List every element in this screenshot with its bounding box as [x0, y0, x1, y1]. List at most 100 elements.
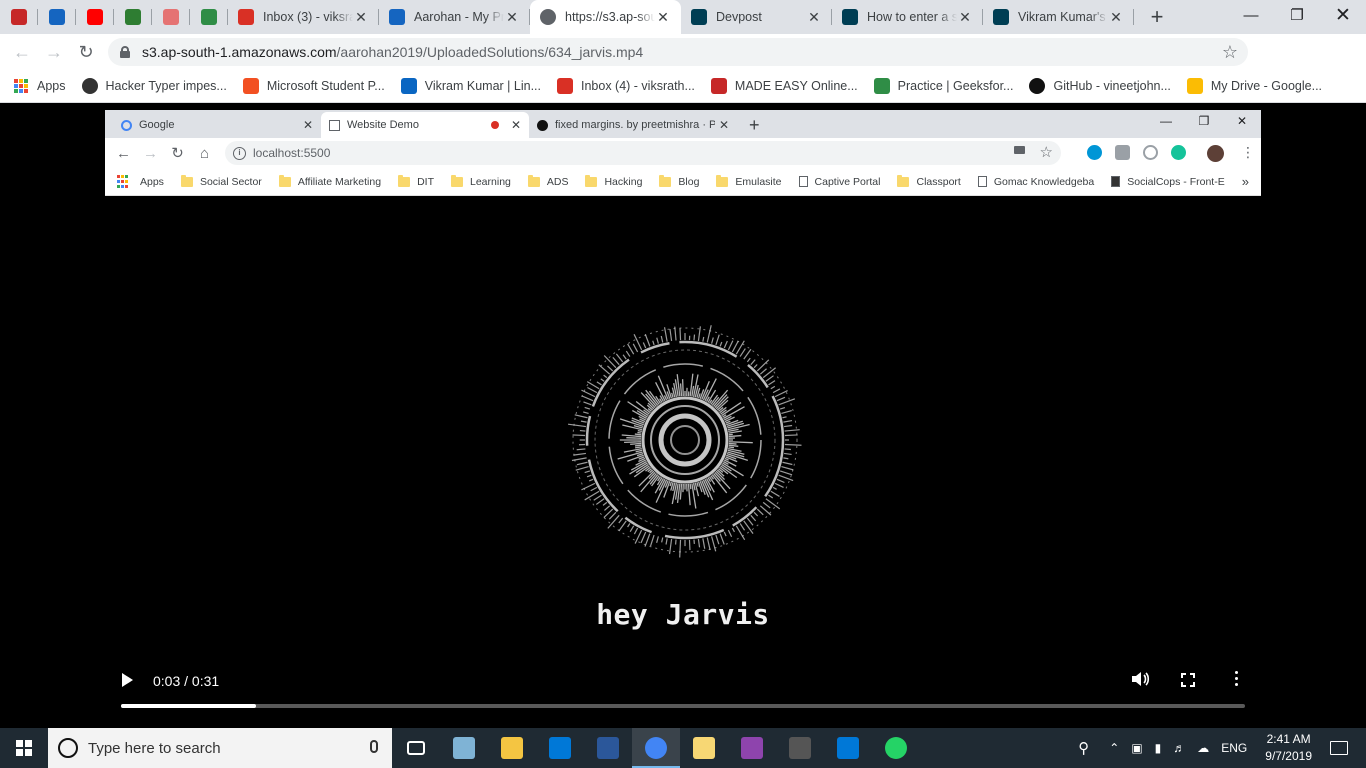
taskbar-app[interactable]	[536, 728, 584, 768]
browser-tab[interactable]: https://s3.ap-south-1✕	[530, 0, 681, 34]
taskbar-app[interactable]	[824, 728, 872, 768]
devpost-icon	[691, 9, 707, 25]
minimize-button[interactable]: —	[1228, 0, 1274, 30]
reload-button[interactable]: ↻	[70, 36, 102, 68]
taskbar-app[interactable]	[632, 728, 680, 768]
store-icon	[549, 737, 571, 759]
battery-icon[interactable]: ▮	[1155, 741, 1162, 755]
taskbar-search-box[interactable]: Type here to search	[48, 728, 392, 768]
video-player[interactable]: Google ✕ Website Demo ✕ fixed margins. by pr…	[0, 103, 1366, 728]
close-tab-icon[interactable]: ✕	[957, 9, 973, 26]
folder-icon	[398, 174, 411, 187]
taskbar-app[interactable]	[584, 728, 632, 768]
bookmark-item[interactable]: MADE EASY Online...	[710, 78, 858, 94]
volume-tray-icon[interactable]: ♬	[1173, 741, 1185, 755]
bookmark-star-icon[interactable]: ☆	[1222, 42, 1238, 63]
browser-tab[interactable]: Aarohan - My Profile✕	[379, 0, 530, 34]
pinned-tab[interactable]	[114, 0, 152, 34]
pinned-tab[interactable]	[76, 0, 114, 34]
bookmark-item[interactable]: Inbox (4) - viksrath...	[556, 78, 695, 94]
browser-tab[interactable]: Vikram Kumar's ✕	[983, 0, 1134, 34]
network-icon[interactable]: ▣	[1131, 741, 1142, 755]
close-tab-icon[interactable]: ✕	[806, 9, 822, 26]
people-icon[interactable]: ⚲	[1078, 739, 1089, 757]
bookmark-label: Vikram Kumar | Lin...	[424, 79, 541, 93]
taskbar-app[interactable]	[392, 728, 440, 768]
weather-icon[interactable]: ☁	[1197, 741, 1209, 755]
google-drive-icon	[1186, 78, 1203, 94]
pinned-tab[interactable]	[152, 0, 190, 34]
taskbar-app[interactable]	[728, 728, 776, 768]
inner-bookmark-item: Apps	[117, 174, 164, 189]
more-options-icon[interactable]	[1235, 671, 1239, 689]
inner-tab-strip: Google ✕ Website Demo ✕ fixed margins. by pr…	[105, 110, 1261, 138]
restore-button[interactable]: ❐	[1274, 0, 1320, 30]
shield-icon	[49, 9, 65, 25]
address-bar[interactable]: s3.ap-south-1.amazonaws.com/aarohan2019/…	[108, 38, 1248, 66]
play-icon[interactable]	[122, 673, 133, 687]
page-icon	[977, 176, 987, 187]
search-placeholder: Type here to search	[88, 739, 221, 757]
cortana-icon	[58, 738, 78, 758]
hud-ring	[585, 340, 785, 540]
url-path: /aarohan2019/UploadedSolutions/634_jarvi…	[336, 44, 644, 60]
apps-grid-icon	[117, 174, 131, 189]
taskbar-app[interactable]	[488, 728, 536, 768]
jarvis-hud-animation	[567, 325, 802, 558]
notification-icon[interactable]	[1330, 741, 1348, 755]
microphone-icon[interactable]	[370, 740, 378, 753]
inner-back-icon: ←	[116, 144, 131, 162]
close-tab-icon[interactable]: ✕	[1108, 9, 1124, 26]
pinned-tab[interactable]	[190, 0, 228, 34]
bookmark-label: Microsoft Student P...	[266, 79, 385, 93]
bookmark-item[interactable]: Hacker Typer impes...	[81, 78, 227, 94]
browser-tab[interactable]: Devpost ✕	[681, 0, 832, 34]
folder-icon	[716, 174, 729, 187]
apps-grid-icon	[14, 79, 28, 93]
github-icon	[537, 119, 548, 131]
close-tab-icon[interactable]: ✕	[353, 9, 369, 26]
forward-button[interactable]: →	[38, 36, 70, 68]
bookmark-item[interactable]: Practice | Geeksfor...	[873, 78, 1013, 94]
inner-bookmark-item: Classport	[897, 174, 961, 188]
close-tab-icon[interactable]: ✕	[504, 9, 520, 26]
bookmark-item[interactable]: Microsoft Student P...	[242, 78, 385, 94]
browser-tab[interactable]: How to enter a sub✕	[832, 0, 983, 34]
taskbar-app[interactable]	[680, 728, 728, 768]
taskbar-app[interactable]	[872, 728, 920, 768]
inner-bookmark-label: Social Sector	[199, 175, 262, 188]
progress-bar[interactable]	[121, 704, 1245, 708]
close-window-button[interactable]: ✕	[1320, 0, 1366, 30]
pinned-tab[interactable]	[38, 0, 76, 34]
system-tray: ⚲ ⌃ ▣ ▮ ♬ ☁ ENG 2:41 AM 9/7/2019	[1072, 728, 1366, 768]
bookmark-item[interactable]: My Drive - Google...	[1186, 78, 1322, 94]
new-tab-button[interactable]: +	[1140, 0, 1174, 34]
clock[interactable]: 2:41 AM 9/7/2019	[1265, 731, 1312, 765]
close-tab-icon[interactable]: ✕	[655, 9, 671, 26]
start-button[interactable]	[0, 728, 48, 768]
taskbar-app[interactable]	[776, 728, 824, 768]
notepad-icon	[453, 737, 475, 759]
bookmark-item[interactable]: Vikram Kumar | Lin...	[400, 78, 541, 94]
browser-tab[interactable]: Inbox (3) - viksrat ✕	[228, 0, 379, 34]
pinned-tab[interactable]	[0, 0, 38, 34]
lock-icon	[120, 46, 130, 58]
inner-tab: Website Demo ✕	[321, 112, 529, 138]
fullscreen-icon[interactable]	[1181, 673, 1195, 687]
pinned-tabs	[0, 0, 228, 34]
taskbar-app[interactable]	[440, 728, 488, 768]
volume-icon[interactable]	[1130, 669, 1152, 691]
chevron-up-icon[interactable]: ⌃	[1109, 741, 1119, 755]
language-indicator[interactable]: ENG	[1221, 741, 1247, 755]
bookmark-item[interactable]: Apps	[14, 79, 66, 93]
back-button[interactable]: ←	[6, 36, 38, 68]
circle-extension-icon	[1143, 145, 1158, 160]
tab-title: Devpost	[716, 10, 762, 24]
commit-icon	[163, 9, 179, 25]
inner-bookmark-item: Learning	[451, 174, 511, 188]
inner-bookmark-item: SocialCops - Front-E	[1111, 176, 1225, 188]
bookmark-item[interactable]: GitHub - vineetjohn...	[1029, 78, 1171, 94]
tab-title: Inbox (3) - viksrat	[263, 10, 353, 24]
inner-bookmark-label: Apps	[140, 175, 164, 188]
geeksforgeeks-icon	[873, 78, 890, 94]
